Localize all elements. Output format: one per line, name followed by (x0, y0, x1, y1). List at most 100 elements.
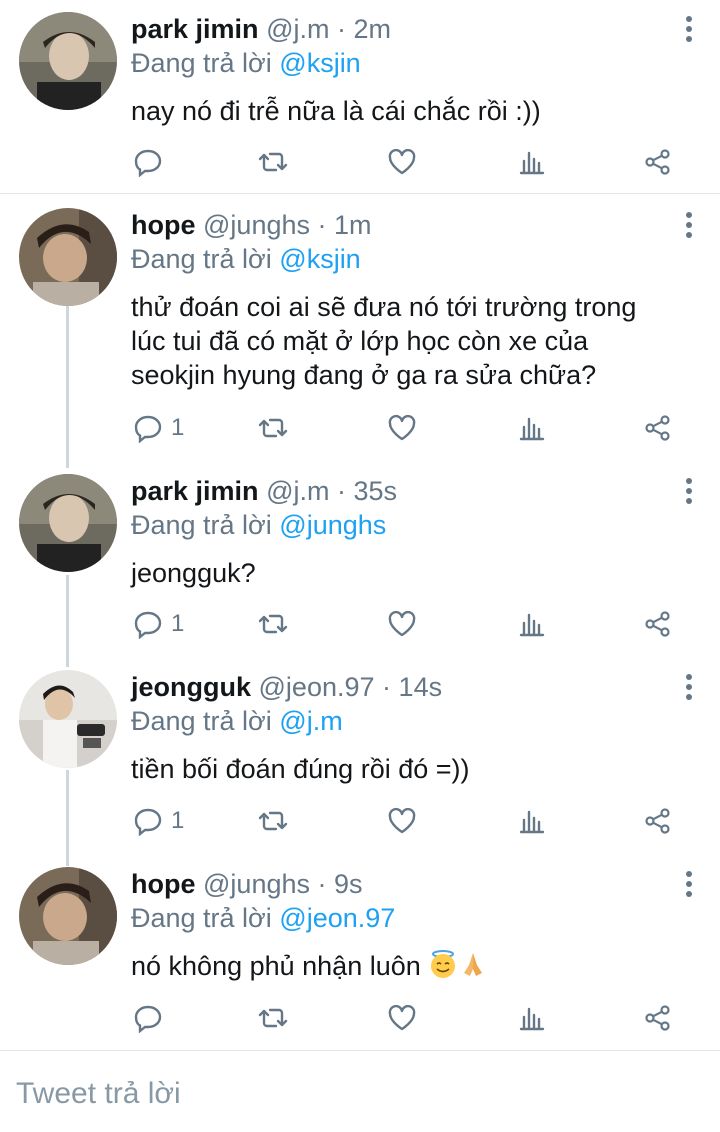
tweet-divider (0, 193, 720, 194)
retweet-icon (258, 1008, 288, 1028)
heart-icon (388, 610, 416, 637)
bar-chart-icon (519, 151, 545, 175)
bar-chart-icon (519, 613, 545, 637)
tweet-header: jeongguk @jeon.97 · 14s (131, 670, 660, 704)
like-button[interactable] (387, 604, 417, 644)
tweet-text-line: thử đoán coi ai sẽ đưa nó tới trường tro… (131, 292, 637, 322)
tweet-actions (131, 998, 680, 1038)
heart-icon (388, 807, 416, 834)
tweet-header: park jimin @j.m · 35s (131, 474, 660, 508)
analytics-button[interactable] (517, 408, 547, 448)
retweet-button[interactable] (258, 408, 288, 448)
like-button[interactable] (387, 998, 417, 1038)
thread-connector (66, 575, 69, 667)
share-button[interactable] (643, 801, 673, 841)
reply-count: 1 (171, 807, 185, 834)
like-button[interactable] (387, 408, 417, 448)
separator-dot: · (336, 14, 346, 44)
tweet-actions (131, 142, 680, 182)
more-options-icon[interactable] (684, 212, 694, 240)
replying-to-label: Đang trả lời (131, 244, 272, 274)
reply-button[interactable]: 1 (133, 408, 184, 448)
share-button[interactable] (643, 604, 673, 644)
analytics-button[interactable] (517, 998, 547, 1038)
avatar[interactable] (19, 474, 117, 572)
retweet-button[interactable] (258, 604, 288, 644)
mention-link[interactable]: @junghs (279, 510, 386, 540)
replying-to-label: Đang trả lời (131, 510, 272, 540)
timestamp[interactable]: 1m (334, 210, 372, 240)
tweet-text-line: lúc tui đã có mặt ở lớp học còn xe của (131, 326, 589, 356)
thread-connector (66, 306, 69, 468)
mention-link[interactable]: @j.m (279, 706, 342, 736)
retweet-button[interactable] (258, 801, 288, 841)
avatar[interactable] (19, 670, 117, 768)
replying-to-label: Đang trả lời (131, 706, 272, 736)
separator-dot: · (336, 476, 346, 506)
reply-button[interactable]: 1 (133, 801, 184, 841)
mention-link[interactable]: @jeon.97 (279, 903, 395, 933)
tweet-text: thử đoán coi ai sẽ đưa nó tới trường tro… (131, 290, 660, 392)
replying-to-label: Đang trả lời (131, 48, 272, 78)
more-options-icon[interactable] (684, 674, 694, 702)
tweet-actions: 1 (131, 408, 680, 448)
reply-compose-bar[interactable]: Tweet trả lời (0, 1050, 720, 1132)
retweet-button[interactable] (258, 142, 288, 182)
reply-icon (134, 415, 162, 443)
display-name[interactable]: park jimin (131, 14, 259, 44)
tweet-text: jeongguk? (131, 558, 256, 588)
more-options-icon[interactable] (684, 871, 694, 899)
more-options-icon[interactable] (684, 478, 694, 506)
separator-dot: · (317, 869, 327, 899)
reply-icon (134, 149, 162, 177)
retweet-button[interactable] (258, 998, 288, 1038)
avatar[interactable] (19, 867, 117, 965)
share-button[interactable] (643, 408, 673, 448)
reply-button[interactable]: 1 (133, 604, 184, 644)
share-button[interactable] (643, 142, 673, 182)
mention-link[interactable]: @ksjin (279, 48, 360, 78)
timestamp[interactable]: 2m (354, 14, 392, 44)
reply-icon (134, 1005, 162, 1033)
reply-button[interactable] (133, 142, 171, 182)
tweet-text: nay nó đi trễ nữa là cái chắc rồi :)) (131, 96, 541, 126)
user-handle[interactable]: @j.m (266, 476, 329, 506)
user-handle[interactable]: @jeon.97 (259, 672, 375, 702)
user-handle[interactable]: @junghs (203, 869, 310, 899)
reply-button[interactable] (133, 998, 171, 1038)
analytics-button[interactable] (517, 801, 547, 841)
heart-icon (388, 414, 416, 441)
retweet-icon (258, 811, 288, 831)
share-icon (645, 415, 670, 441)
mention-link[interactable]: @ksjin (279, 244, 360, 274)
display-name[interactable]: hope (131, 210, 196, 240)
replying-to-label: Đang trả lời (131, 903, 272, 933)
share-button[interactable] (643, 998, 673, 1038)
like-button[interactable] (387, 801, 417, 841)
like-button[interactable] (387, 142, 417, 182)
analytics-button[interactable] (517, 604, 547, 644)
user-handle[interactable]: @j.m (266, 14, 329, 44)
separator-dot: · (382, 672, 392, 702)
user-handle[interactable]: @junghs (203, 210, 310, 240)
tweet-text: nó không phủ nhận luôn (131, 949, 660, 987)
display-name[interactable]: park jimin (131, 476, 259, 506)
analytics-button[interactable] (517, 142, 547, 182)
timestamp[interactable]: 9s (334, 869, 363, 899)
retweet-icon (258, 152, 288, 172)
share-icon (645, 1005, 670, 1031)
share-icon (645, 611, 670, 637)
avatar[interactable] (19, 208, 117, 306)
tweet-text: tiền bối đoán đúng rồi đó =)) (131, 754, 470, 784)
more-options-icon[interactable] (684, 16, 694, 44)
folded-hands-icon (458, 949, 488, 987)
timestamp[interactable]: 35s (354, 476, 398, 506)
share-icon (645, 808, 670, 834)
display-name[interactable]: jeongguk (131, 672, 251, 702)
reply-input-placeholder[interactable]: Tweet trả lời (16, 1077, 181, 1111)
display-name[interactable]: hope (131, 869, 196, 899)
avatar[interactable] (19, 12, 117, 110)
tweet-header: hope @junghs · 9s (131, 867, 660, 901)
timestamp[interactable]: 14s (399, 672, 443, 702)
retweet-icon (258, 418, 288, 438)
